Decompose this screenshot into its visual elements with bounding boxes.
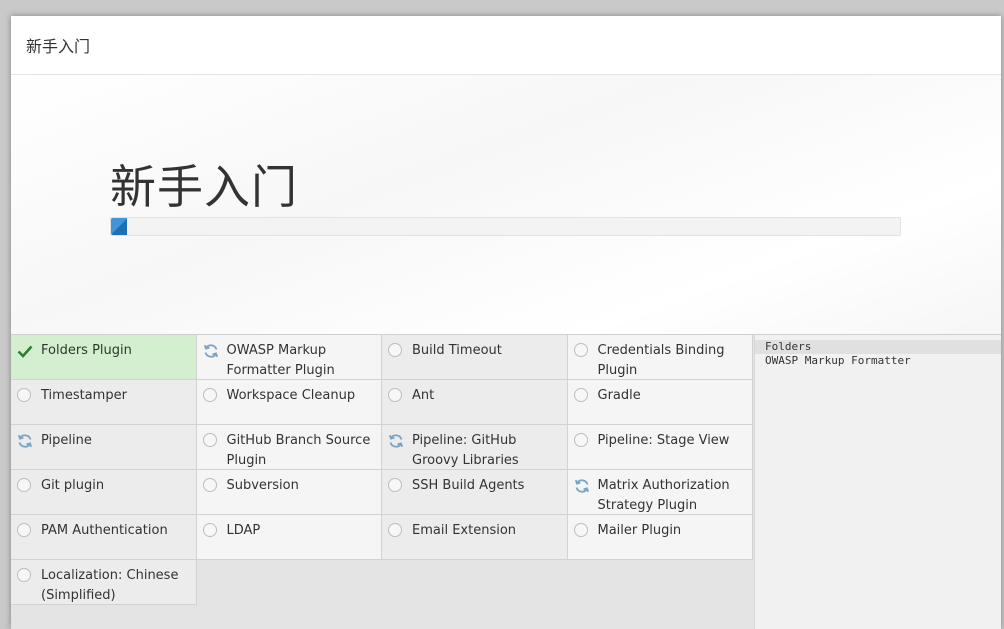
plugin-label: Ant [412, 388, 435, 403]
plugin-label: Pipeline: Stage View [597, 433, 730, 448]
plugin-label: Git plugin [41, 478, 105, 493]
refresh-icon [203, 343, 218, 358]
plugin-item[interactable]: Workspace Cleanup [196, 380, 382, 425]
plugin-label: SSH Build Agents [412, 478, 525, 493]
radio-icon [17, 478, 31, 492]
plugin-item[interactable]: Localization: Chinese (Simplified) [11, 560, 197, 605]
plugin-grid: Folders Plugin OWASP Markup Formatter Plu… [11, 335, 754, 605]
radio-icon [573, 388, 588, 402]
plugin-item[interactable]: Pipeline: Stage View [567, 425, 753, 470]
plugin-item[interactable]: Gradle [567, 380, 753, 425]
plugin-list: Folders Plugin OWASP Markup Formatter Plu… [11, 335, 754, 629]
plugin-label: Localization: Chinese (Simplified) [41, 568, 179, 603]
plugin-label: Credentials Binding Plugin [597, 343, 725, 378]
plugin-item[interactable]: Email Extension [382, 515, 568, 560]
page-title: 新手入门 [110, 160, 298, 214]
plugin-item[interactable]: Pipeline [11, 425, 197, 470]
plugin-label: Build Timeout [412, 343, 502, 358]
log-line: Folders [755, 340, 1001, 354]
plugin-item[interactable]: Ant [382, 380, 568, 425]
plugin-label: Pipeline [41, 433, 92, 448]
radio-icon [388, 388, 402, 402]
install-progress-fill [111, 218, 127, 235]
plugin-item[interactable]: Timestamper [11, 380, 197, 425]
radio-icon [17, 523, 31, 537]
plugin-item[interactable]: LDAP [196, 515, 382, 560]
refresh-icon [388, 433, 404, 448]
plugin-label: Timestamper [41, 388, 127, 403]
plugin-label: LDAP [226, 523, 261, 538]
install-progress-bar [110, 217, 901, 236]
plugin-label: OWASP Markup Formatter Plugin [226, 343, 335, 378]
plugin-item[interactable]: Credentials Binding Plugin [567, 335, 753, 380]
radio-icon [388, 343, 402, 357]
radio-icon [573, 523, 588, 537]
plugin-item[interactable]: SSH Build Agents [382, 470, 568, 515]
radio-icon [573, 433, 588, 447]
dialog-title: 新手入门 [26, 37, 91, 56]
plugin-item[interactable]: Git plugin [11, 470, 197, 515]
plugin-item[interactable]: Subversion [196, 470, 382, 515]
plugin-label: GitHub Branch Source Plugin [226, 433, 371, 468]
plugin-item[interactable]: Matrix Authorization Strategy Plugin [567, 470, 753, 515]
plugin-item[interactable]: OWASP Markup Formatter Plugin [196, 335, 382, 380]
radio-icon [202, 478, 217, 492]
install-log: Folders OWASP Markup Formatter [754, 335, 1001, 629]
radio-icon [202, 388, 217, 402]
radio-icon [202, 523, 217, 537]
plugin-label: Gradle [597, 388, 641, 403]
refresh-icon [17, 433, 33, 448]
hero-panel: 新手入门 [11, 75, 1001, 335]
plugin-label: Folders Plugin [41, 343, 132, 358]
plugin-label: Matrix Authorization Strategy Plugin [597, 478, 730, 513]
plugin-item[interactable]: PAM Authentication [11, 515, 197, 560]
plugin-label: Workspace Cleanup [226, 388, 356, 403]
plugin-label: Pipeline: GitHub Groovy Libraries [412, 433, 519, 468]
dialog-header: 新手入门 [11, 16, 1001, 75]
radio-icon [202, 433, 217, 447]
plugin-item[interactable]: Mailer Plugin [567, 515, 753, 560]
radio-icon [388, 523, 402, 537]
plugin-label: PAM Authentication [41, 523, 168, 538]
plugin-item[interactable]: GitHub Branch Source Plugin [196, 425, 382, 470]
radio-icon [573, 343, 588, 357]
radio-icon [17, 568, 31, 582]
log-line: OWASP Markup Formatter [765, 354, 911, 367]
plugin-item[interactable]: Pipeline: GitHub Groovy Libraries [382, 425, 568, 470]
check-icon [17, 343, 33, 358]
setup-wizard-dialog: 新手入门 新手入门 Folders Plugin OWASP Markup For… [11, 16, 1001, 629]
plugin-label: Email Extension [412, 523, 517, 538]
plugin-item[interactable]: Folders Plugin [11, 335, 197, 380]
radio-icon [388, 478, 402, 492]
radio-icon [17, 388, 31, 402]
plugin-item[interactable]: Build Timeout [382, 335, 568, 380]
plugin-label: Subversion [226, 478, 299, 493]
refresh-icon [574, 478, 589, 493]
plugin-label: Mailer Plugin [597, 523, 682, 538]
